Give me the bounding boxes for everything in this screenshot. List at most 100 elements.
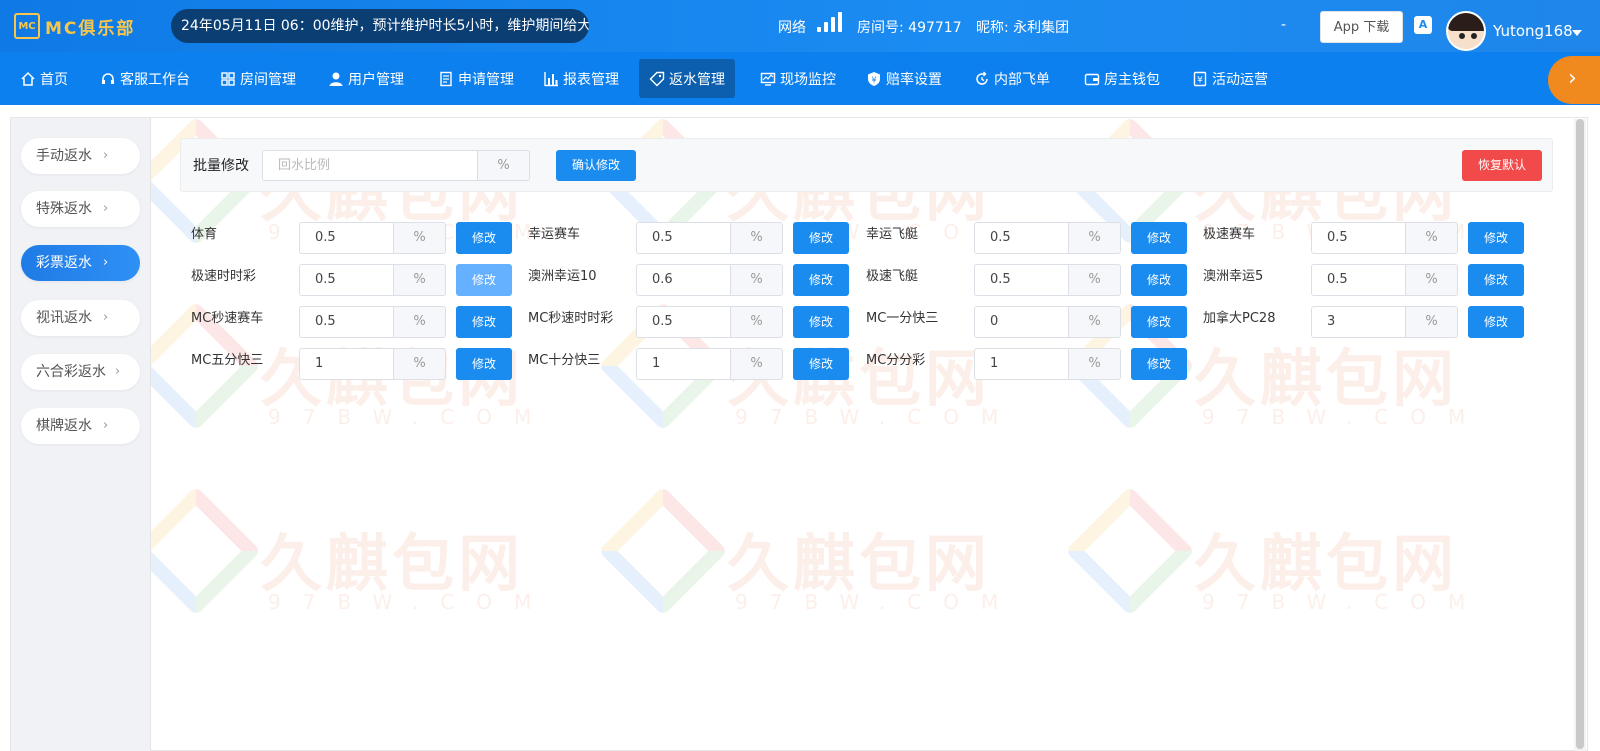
rebate-field: 幸运飞艇 0.5 % 修改: [866, 222, 1196, 254]
sidebar-item-video-rebate[interactable]: 视讯返水 ›: [21, 300, 140, 336]
nav-rooms-label: 房间管理: [240, 71, 296, 88]
rebate-label: 澳洲幸运10: [528, 269, 597, 284]
percent-unit: %: [1406, 222, 1458, 254]
main-nav: 首页 客服工作台 房间管理 用户管理 申请管理 报表管理 返水管理 现场监控 ¥…: [0, 52, 1600, 105]
rebate-input[interactable]: 0.5: [299, 222, 394, 254]
modify-button[interactable]: 修改: [1468, 264, 1524, 296]
sidebar-item-lottery-rebate[interactable]: 彩票返水 ›: [21, 245, 140, 281]
rebate-input[interactable]: 0.5: [974, 222, 1069, 254]
nav-owner-wallet[interactable]: 房主钱包: [1074, 59, 1170, 98]
sidebar-item-mark-six-rebate[interactable]: 六合彩返水 ›: [21, 354, 140, 390]
percent-unit: %: [1069, 264, 1121, 296]
nav-rebate[interactable]: 返水管理: [639, 59, 735, 98]
batch-rate-input[interactable]: 回水比例: [262, 150, 478, 181]
nav-next-arrow-icon[interactable]: ›: [1548, 56, 1600, 104]
modify-button[interactable]: 修改: [1131, 306, 1187, 338]
rebate-label: 幸运赛车: [528, 227, 581, 242]
nav-internal-orders-label: 内部飞单: [994, 71, 1050, 88]
chevron-right-icon: ›: [103, 310, 109, 325]
rebate-label: 幸运飞艇: [866, 227, 919, 242]
nav-live-monitor[interactable]: 现场监控: [750, 59, 846, 98]
shield-yen-icon: ¥: [866, 71, 882, 87]
modify-button[interactable]: 修改: [793, 222, 849, 254]
modify-button[interactable]: 修改: [1131, 264, 1187, 296]
nav-users[interactable]: 用户管理: [318, 59, 414, 98]
rebate-input[interactable]: 1: [974, 348, 1069, 380]
nav-internal-orders[interactable]: 内部飞单: [964, 59, 1060, 98]
modify-button[interactable]: 修改: [1131, 222, 1187, 254]
nav-rebate-label: 返水管理: [669, 71, 725, 88]
rebate-field: 体育 0.5 % 修改: [191, 222, 521, 254]
caret-down-icon[interactable]: [1572, 30, 1582, 36]
username[interactable]: Yutong168: [1493, 22, 1573, 40]
modify-button[interactable]: 修改: [1468, 222, 1524, 254]
nav-odds[interactable]: ¥ 赔率设置: [856, 59, 952, 98]
percent-unit: %: [1069, 222, 1121, 254]
percent-unit: %: [731, 222, 783, 254]
percent-unit: %: [394, 306, 446, 338]
home-icon: [20, 71, 36, 87]
scrollbar-thumb[interactable]: [1576, 119, 1584, 749]
rebate-input[interactable]: 0.5: [636, 222, 731, 254]
rebate-input[interactable]: 0.5: [1311, 222, 1406, 254]
rebate-input[interactable]: 0.6: [636, 264, 731, 296]
rebate-label: MC十分快三: [528, 353, 601, 368]
rebate-input[interactable]: 0: [974, 306, 1069, 338]
tag-icon: [649, 71, 665, 87]
rebate-field: MC五分快三 1 % 修改: [191, 348, 521, 380]
modify-button[interactable]: 修改: [456, 222, 512, 254]
sidebar-item-label: 手动返水: [36, 148, 92, 164]
rebate-field: 加拿大PC28 3 % 修改: [1203, 306, 1533, 338]
nav-campaigns[interactable]: ¥ 活动运营: [1182, 59, 1278, 98]
rebate-input[interactable]: 0.5: [299, 306, 394, 338]
percent-unit: %: [731, 306, 783, 338]
rebate-input[interactable]: 1: [299, 348, 394, 380]
grid-icon: [220, 71, 236, 87]
rebate-input[interactable]: 0.5: [1311, 264, 1406, 296]
sidebar-item-special-rebate[interactable]: 特殊返水 ›: [21, 191, 140, 227]
modify-button[interactable]: 修改: [1468, 306, 1524, 338]
nav-rooms[interactable]: 房间管理: [210, 59, 306, 98]
top-bar: MC MC俱乐部 24年05月11日 06：00维护，预计维护时长5小时，维护期…: [0, 0, 1600, 52]
user-icon: [328, 71, 344, 87]
rebate-input[interactable]: 0.5: [299, 264, 394, 296]
modify-button[interactable]: 修改: [793, 348, 849, 380]
batch-modify-bar: 批量修改 回水比例 % 确认修改 恢复默认: [180, 138, 1553, 192]
sidebar-item-label: 视讯返水: [36, 310, 92, 326]
modify-button[interactable]: 修改: [456, 264, 512, 296]
restore-default-button[interactable]: 恢复默认: [1462, 150, 1542, 181]
rebate-field: MC秒速时时彩 0.5 % 修改: [528, 306, 858, 338]
modify-button[interactable]: 修改: [456, 306, 512, 338]
rebate-label: 体育: [191, 227, 218, 242]
app-logo[interactable]: MC MC俱乐部: [14, 12, 135, 40]
nav-applications[interactable]: 申请管理: [428, 59, 524, 98]
rebate-field: MC一分快三 0 % 修改: [866, 306, 1196, 338]
rebate-input[interactable]: 0.5: [636, 306, 731, 338]
nav-campaigns-label: 活动运营: [1212, 71, 1268, 88]
modify-button[interactable]: 修改: [793, 264, 849, 296]
nav-service-desk[interactable]: 客服工作台: [90, 59, 200, 98]
confirm-modify-button[interactable]: 确认修改: [556, 150, 636, 181]
vertical-scrollbar[interactable]: [1574, 119, 1586, 751]
translate-icon[interactable]: A: [1414, 16, 1432, 34]
rebate-input[interactable]: 0.5: [974, 264, 1069, 296]
rebate-input[interactable]: 1: [636, 348, 731, 380]
chevron-right-icon: ›: [115, 364, 121, 379]
sidebar-item-chess-rebate[interactable]: 棋牌返水 ›: [21, 408, 140, 444]
nav-home[interactable]: 首页: [10, 59, 78, 98]
rebate-field: 极速时时彩 0.5 % 修改: [191, 264, 521, 296]
sidebar-item-manual-rebate[interactable]: 手动返水 ›: [21, 138, 140, 174]
nav-users-label: 用户管理: [348, 71, 404, 88]
modify-button[interactable]: 修改: [793, 306, 849, 338]
rebate-label: 极速飞艇: [866, 269, 919, 284]
avatar[interactable]: [1446, 11, 1486, 51]
percent-unit: %: [731, 348, 783, 380]
percent-unit: %: [1406, 264, 1458, 296]
modify-button[interactable]: 修改: [1131, 348, 1187, 380]
rebate-sidebar: 手动返水 › 特殊返水 › 彩票返水 › 视讯返水 › 六合彩返水 › 棋牌返水…: [11, 118, 151, 751]
nav-reports[interactable]: 报表管理: [533, 59, 629, 98]
rebate-input[interactable]: 3: [1311, 306, 1406, 338]
modify-button[interactable]: 修改: [456, 348, 512, 380]
app-download-button[interactable]: App 下载: [1320, 11, 1403, 43]
logo-mc: MC: [45, 18, 79, 39]
